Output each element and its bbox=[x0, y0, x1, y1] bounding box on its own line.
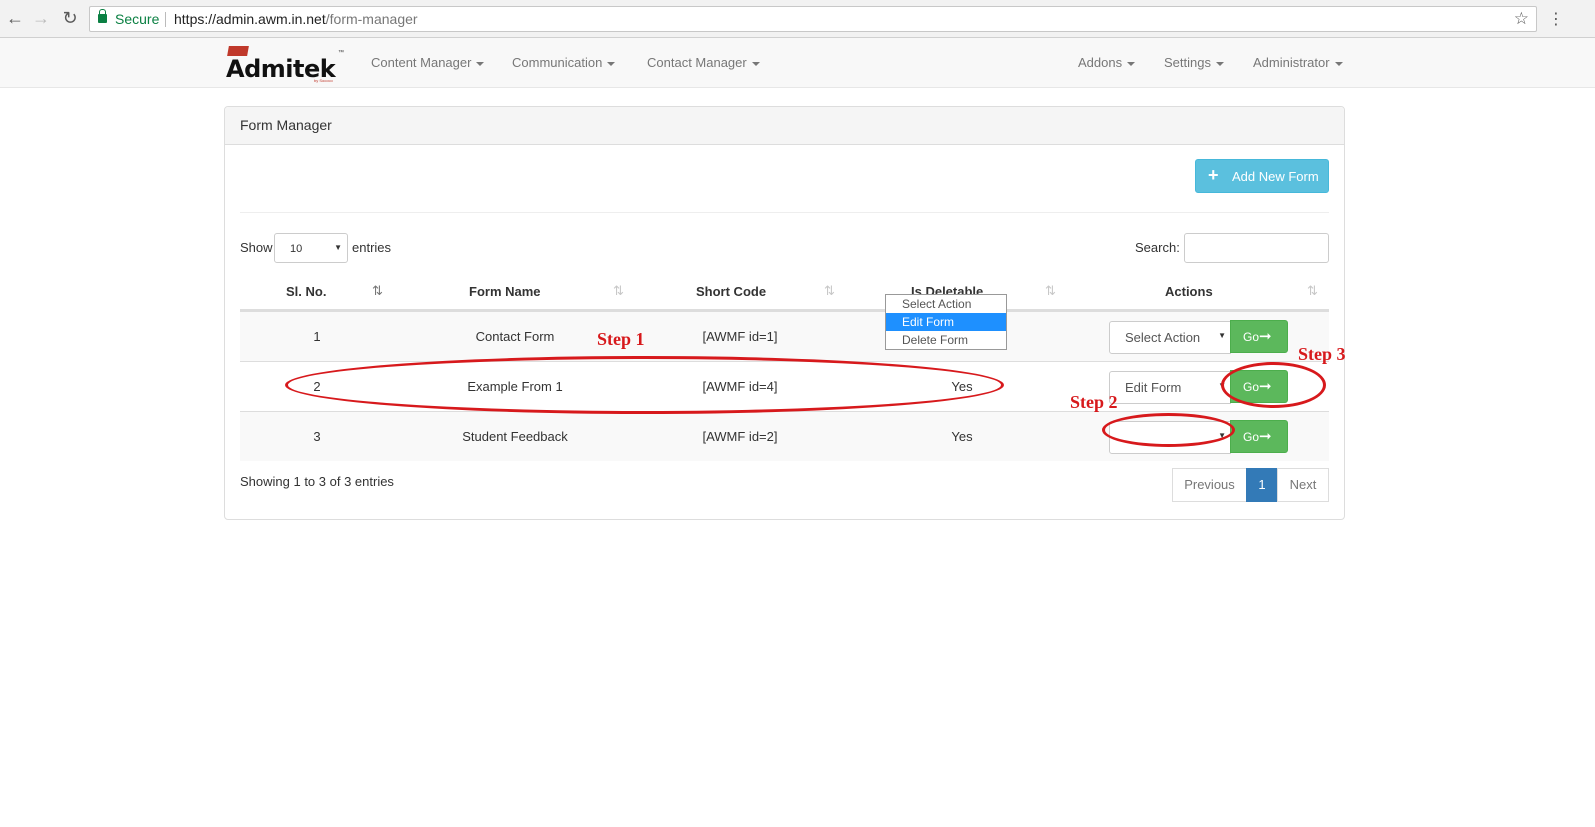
column-header-short-code[interactable]: Short Code bbox=[696, 284, 766, 299]
cell-short-code: [AWMF id=2] bbox=[702, 429, 778, 444]
caret-down-icon bbox=[751, 61, 760, 66]
nav-addons[interactable]: Addons bbox=[1078, 55, 1136, 70]
reload-icon[interactable]: ↻ bbox=[60, 8, 80, 28]
caret-down-icon bbox=[607, 61, 616, 66]
select-arrow-icon: ▼ bbox=[334, 243, 342, 252]
nav-communication[interactable]: Communication bbox=[512, 55, 616, 70]
nav-content-manager-label: Content Manager bbox=[371, 55, 472, 70]
go-button[interactable]: Go ➞ bbox=[1230, 420, 1288, 453]
caret-down-icon bbox=[1334, 61, 1343, 66]
column-header-form-name[interactable]: Form Name bbox=[469, 284, 541, 299]
go-button[interactable]: Go ➞ bbox=[1230, 320, 1288, 353]
plus-icon: + bbox=[1208, 165, 1219, 185]
option-delete-form[interactable]: Delete Form bbox=[886, 331, 1006, 349]
url-text: https://admin.awm.in.net/form-manager bbox=[174, 11, 418, 27]
step2-highlight-ellipse bbox=[1102, 413, 1235, 447]
search-input[interactable] bbox=[1184, 233, 1329, 263]
cell-form-name: Student Feedback bbox=[462, 429, 568, 444]
cell-sl-no: 1 bbox=[313, 329, 321, 344]
go-label: Go bbox=[1243, 330, 1260, 344]
sort-asc-icon[interactable]: ⇅ bbox=[372, 283, 383, 299]
nav-addons-label: Addons bbox=[1078, 55, 1123, 70]
action-select-value: Select Action bbox=[1125, 330, 1201, 345]
previous-page-button[interactable]: Previous bbox=[1172, 468, 1247, 502]
app-navbar: Admitek ™ by Sococo Content Manager Comm… bbox=[0, 38, 1595, 88]
nav-communication-label: Communication bbox=[512, 55, 603, 70]
nav-contact-manager[interactable]: Contact Manager bbox=[647, 55, 760, 70]
cell-sl-no: 3 bbox=[313, 429, 321, 444]
option-select-action[interactable]: Select Action bbox=[886, 295, 1006, 313]
divider bbox=[240, 212, 1329, 213]
panel-title: Form Manager bbox=[240, 117, 332, 133]
url-path: /form-manager bbox=[325, 11, 418, 27]
nav-settings[interactable]: Settings bbox=[1164, 55, 1224, 70]
option-edit-form[interactable]: Edit Form bbox=[886, 313, 1006, 331]
cell-form-name: Contact Form bbox=[475, 329, 555, 344]
sort-icon[interactable]: ⇅ bbox=[824, 283, 835, 299]
column-header-actions[interactable]: Actions bbox=[1165, 284, 1213, 299]
sort-icon[interactable]: ⇅ bbox=[1045, 283, 1056, 299]
table-header: Sl. No. ⇅ Form Name ⇅ Short Code ⇅ Is De… bbox=[240, 274, 1329, 311]
caret-down-icon bbox=[1127, 61, 1136, 66]
logo-tagline: by Sococo bbox=[314, 78, 333, 83]
panel-heading: Form Manager bbox=[225, 107, 1344, 145]
action-select[interactable]: Select Action ▼ bbox=[1109, 321, 1231, 354]
browser-toolbar: ← → ↻ Secure https://admin.awm.in.net/fo… bbox=[0, 0, 1595, 38]
sort-icon[interactable]: ⇅ bbox=[613, 283, 624, 299]
caret-down-icon bbox=[1215, 61, 1224, 66]
action-dropdown-list: Select Action Edit Form Delete Form bbox=[885, 294, 1007, 350]
cell-is-deletable: Yes bbox=[951, 429, 973, 444]
action-select[interactable]: Edit Form ▼ bbox=[1109, 371, 1231, 404]
show-label: Show bbox=[240, 240, 273, 255]
add-new-form-button[interactable]: + Add New Form bbox=[1195, 159, 1329, 193]
next-page-button[interactable]: Next bbox=[1277, 468, 1329, 502]
admitek-logo[interactable]: Admitek ™ by Sococo bbox=[226, 46, 346, 83]
step2-label: Step 2 bbox=[1070, 392, 1118, 412]
page-length-select[interactable]: 10 ▼ bbox=[274, 233, 348, 263]
go-label: Go bbox=[1243, 430, 1260, 444]
cell-short-code: [AWMF id=1] bbox=[702, 329, 778, 344]
address-bar[interactable]: Secure https://admin.awm.in.net/form-man… bbox=[89, 6, 1537, 32]
nav-contact-manager-label: Contact Manager bbox=[647, 55, 747, 70]
caret-down-icon bbox=[476, 61, 485, 66]
table-info: Showing 1 to 3 of 3 entries bbox=[240, 474, 394, 489]
lock-icon bbox=[98, 9, 107, 23]
nav-administrator[interactable]: Administrator bbox=[1253, 55, 1343, 70]
nav-content-manager[interactable]: Content Manager bbox=[371, 55, 485, 70]
add-new-form-label: Add New Form bbox=[1232, 169, 1319, 184]
arrow-right-icon: ➞ bbox=[1259, 428, 1272, 445]
back-icon[interactable]: ← bbox=[5, 8, 25, 28]
search-label: Search: bbox=[1135, 240, 1180, 255]
arrow-right-icon: ➞ bbox=[1259, 328, 1272, 345]
nav-administrator-label: Administrator bbox=[1253, 55, 1330, 70]
step1-highlight-ellipse bbox=[285, 356, 1004, 414]
action-select-value: Edit Form bbox=[1125, 380, 1182, 395]
nav-settings-label: Settings bbox=[1164, 55, 1211, 70]
step3-label: Step 3 bbox=[1298, 344, 1346, 364]
entries-label: entries bbox=[352, 240, 392, 255]
secure-label: Secure bbox=[115, 11, 160, 27]
page-length-value: 10 bbox=[290, 243, 303, 255]
bookmark-star-icon[interactable]: ☆ bbox=[1514, 9, 1529, 29]
page-1-button[interactable]: 1 bbox=[1246, 468, 1278, 502]
url-host: https://admin.awm.in.net bbox=[174, 11, 326, 27]
sort-icon[interactable]: ⇅ bbox=[1307, 283, 1318, 299]
forward-icon[interactable]: → bbox=[31, 8, 51, 28]
logo-trademark: ™ bbox=[338, 50, 344, 56]
form-manager-panel: Form Manager + Add New Form Show 10 ▼ en… bbox=[224, 106, 1345, 520]
step3-highlight-ellipse bbox=[1221, 362, 1326, 408]
select-arrow-icon: ▼ bbox=[1218, 331, 1226, 340]
table-row: 1 Contact Form [AWMF id=1] No Select Act… bbox=[240, 311, 1329, 361]
step1-label: Step 1 bbox=[597, 329, 645, 349]
browser-menu-icon[interactable]: ⋮ bbox=[1548, 9, 1564, 29]
address-separator bbox=[165, 12, 166, 27]
column-header-sl-no[interactable]: Sl. No. bbox=[286, 284, 326, 299]
